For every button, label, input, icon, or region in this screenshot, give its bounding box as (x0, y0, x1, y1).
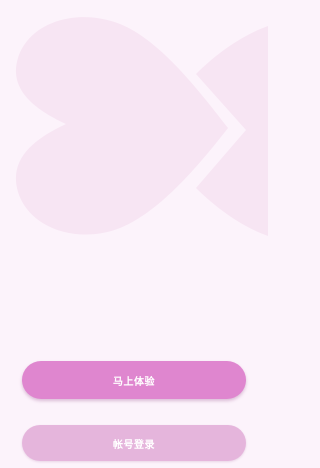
large-heart-shape (15, 17, 229, 235)
try-now-button[interactable]: 马上体验 (22, 361, 246, 399)
account-login-button[interactable]: 帐号登录 (22, 425, 246, 461)
heart-background-illustration (15, 17, 268, 236)
welcome-screen: 马上体验 帐号登录 (0, 0, 268, 468)
